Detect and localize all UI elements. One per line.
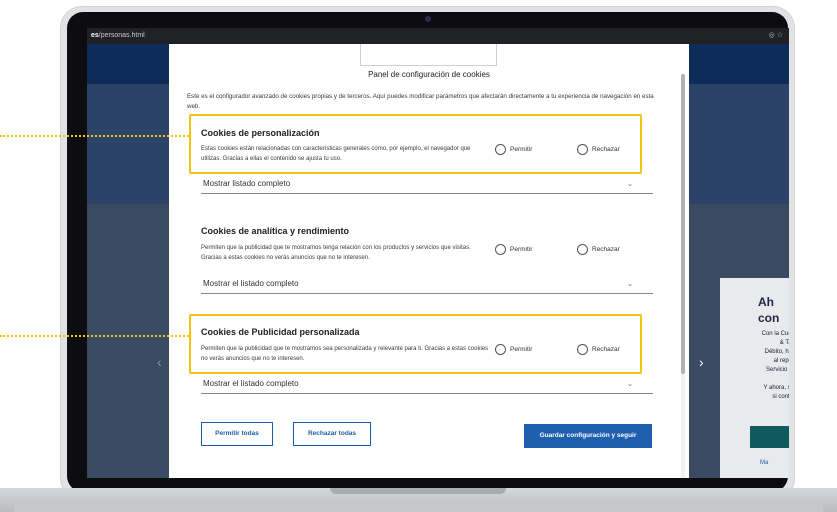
browser-screen: es/personas.html ◎ ☆ ‹ › Ah con Con la C…	[87, 28, 789, 478]
privacy-eye-icon[interactable]: ◎ ☆	[769, 28, 783, 44]
expander-label: Mostrar el listado completo	[203, 279, 299, 288]
highlight-personalizacion	[189, 114, 642, 174]
carousel-prev-icon[interactable]: ‹	[157, 354, 162, 370]
promo-link[interactable]: Ma	[760, 460, 768, 466]
allow-all-button[interactable]: Permitir todas	[201, 422, 273, 446]
promo-title: Ah con	[758, 295, 780, 325]
expander-publicidad[interactable]: Mostrar el listado completo ⌄	[201, 378, 653, 394]
radio-label-reject: Rechazar	[592, 246, 620, 253]
callout-line-publicidad	[0, 335, 189, 337]
cookie-settings-modal: Panel de configuración de cookies Este e…	[169, 44, 689, 478]
expander-analitica[interactable]: Mostrar el listado completo ⌄	[201, 278, 653, 294]
modal-logo-placeholder	[360, 44, 497, 66]
modal-title: Panel de configuración de cookies	[368, 70, 490, 79]
highlight-publicidad	[189, 314, 642, 374]
radio-label-allow: Permitir	[510, 246, 533, 253]
url-path: /personas.html	[98, 32, 145, 39]
laptop-base-shadow	[14, 500, 823, 512]
expander-label: Mostrar listado completo	[203, 179, 291, 188]
reject-all-button[interactable]: Rechazar todas	[293, 422, 371, 446]
laptop-base-notch	[330, 488, 506, 494]
modal-intro-text: Este es el configurador avanzado de cook…	[187, 93, 654, 110]
address-bar[interactable]: es/personas.html ◎ ☆	[87, 28, 789, 44]
chevron-down-icon: ⌄	[627, 281, 633, 288]
expander-label: Mostrar el listado completo	[203, 379, 299, 388]
modal-scrollbar-thumb[interactable]	[681, 74, 685, 374]
url-host: es	[91, 32, 99, 39]
section-desc-analitica: Permiten que la publicidad que te mostra…	[201, 245, 471, 261]
radio-reject-analitica[interactable]	[577, 244, 588, 255]
radio-allow-analitica[interactable]	[495, 244, 506, 255]
expander-personalizacion[interactable]: Mostrar listado completo ⌄	[201, 178, 653, 194]
background-promo-card: Ah con Con la Cuenta & Tarjet Débito, ha…	[720, 278, 789, 478]
camera-icon	[425, 16, 431, 22]
carousel-next-icon[interactable]: ›	[699, 354, 704, 370]
promo-button[interactable]	[750, 426, 789, 448]
section-title-analitica: Cookies de analítica y rendimiento	[201, 226, 350, 236]
promo-text: Con la Cuenta & Tarjet Débito, hasta al …	[761, 331, 789, 400]
laptop-mockup: es/personas.html ◎ ☆ ‹ › Ah con Con la C…	[0, 0, 837, 512]
chevron-down-icon: ⌄	[627, 381, 633, 388]
callout-line-personalizacion	[0, 135, 189, 137]
save-settings-button[interactable]: Guardar configuración y seguir	[524, 424, 652, 448]
chevron-down-icon: ⌄	[627, 181, 633, 188]
